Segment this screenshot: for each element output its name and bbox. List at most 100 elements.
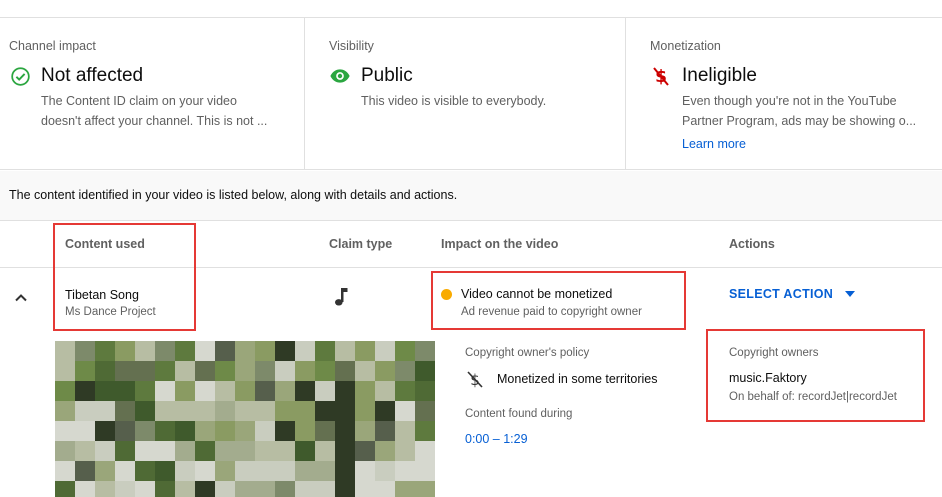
impact-subtitle: Ad revenue paid to copyright owner: [461, 306, 642, 318]
card-description-line: This video is visible to everybody.: [361, 94, 547, 108]
mosaic-tile: [315, 441, 335, 461]
mosaic-tile: [155, 361, 175, 381]
table-row: Tibetan Song Ms Dance Project Video cann…: [0, 269, 942, 497]
policy-value: Monetized in some territories: [497, 372, 658, 386]
mosaic-tile: [235, 441, 255, 461]
card-heading: Visibility: [329, 39, 374, 53]
owner-name: music.Faktory: [729, 371, 807, 385]
mosaic-tile: [215, 361, 235, 381]
mosaic-tile: [135, 481, 155, 497]
mosaic-tile: [315, 361, 335, 381]
info-banner-text: The content identified in your video is …: [9, 188, 458, 202]
mosaic-tile: [235, 401, 255, 421]
check-circle-icon: [9, 65, 31, 87]
found-time-range-link[interactable]: 0:00 – 1:29: [465, 432, 528, 446]
mosaic-tile: [275, 441, 295, 461]
mosaic-tile: [55, 341, 75, 361]
mosaic-tile: [375, 361, 395, 381]
mosaic-tile: [255, 481, 275, 497]
mosaic-tile: [415, 341, 435, 361]
mosaic-tile: [415, 421, 435, 441]
mosaic-tile: [335, 361, 355, 381]
mosaic-tile: [315, 421, 335, 441]
mosaic-tile: [315, 341, 335, 361]
mosaic-tile: [75, 401, 95, 421]
header-claim-type[interactable]: Claim type: [329, 237, 392, 251]
content-title[interactable]: Tibetan Song: [65, 288, 139, 302]
mosaic-tile: [255, 461, 275, 481]
learn-more-link[interactable]: Learn more: [682, 137, 746, 151]
mosaic-tile: [155, 381, 175, 401]
mosaic-tile: [295, 341, 315, 361]
mosaic-tile: [415, 401, 435, 421]
mosaic-tile: [395, 381, 415, 401]
mosaic-tile: [275, 461, 295, 481]
mosaic-tile: [95, 441, 115, 461]
card-heading: Channel impact: [9, 39, 96, 53]
mosaic-tile: [275, 481, 295, 497]
mosaic-tile: [295, 441, 315, 461]
mosaic-tile: [295, 481, 315, 497]
mosaic-tile: [115, 481, 135, 497]
mosaic-tile: [355, 461, 375, 481]
header-impact[interactable]: Impact on the video: [441, 237, 558, 251]
mosaic-tile: [135, 401, 155, 421]
mosaic-tile: [235, 461, 255, 481]
mosaic-tile: [255, 401, 275, 421]
mosaic-tile: [175, 481, 195, 497]
mosaic-tile: [75, 481, 95, 497]
mosaic-tile: [95, 401, 115, 421]
card-description-line: Even though you're not in the YouTube: [682, 94, 897, 108]
mosaic-tile: [275, 421, 295, 441]
card-visibility: Visibility Public This video is visible …: [305, 18, 626, 170]
mosaic-tile: [115, 421, 135, 441]
mosaic-tile: [355, 361, 375, 381]
mosaic-tile: [295, 421, 315, 441]
mosaic-tile: [335, 421, 355, 441]
mosaic-tile: [155, 421, 175, 441]
card-monetization: Monetization $ Ineligible Even though yo…: [626, 18, 942, 170]
select-action-label: SELECT ACTION: [729, 287, 834, 301]
mosaic-tile: [235, 381, 255, 401]
mosaic-tile: [115, 401, 135, 421]
policy-row: $ Monetized in some territories: [465, 369, 657, 389]
mosaic-tile: [275, 361, 295, 381]
mosaic-tile: [135, 461, 155, 481]
mosaic-tile: [415, 481, 435, 497]
mosaic-tile: [155, 461, 175, 481]
mosaic-tile: [195, 441, 215, 461]
mosaic-tile: [215, 341, 235, 361]
card-description: This video is visible to everybody.: [361, 91, 611, 111]
mosaic-tile: [395, 481, 415, 497]
mosaic-tile: [415, 381, 435, 401]
pixelated-image: [55, 341, 435, 497]
summary-cards: Channel impact Not affected The Content …: [0, 18, 942, 170]
mosaic-tile: [55, 481, 75, 497]
mosaic-tile: [95, 461, 115, 481]
mosaic-tile: [415, 361, 435, 381]
mosaic-tile: [215, 481, 235, 497]
mosaic-tile: [155, 441, 175, 461]
table-header: Content used Claim type Impact on the vi…: [0, 222, 942, 268]
mosaic-tile: [175, 381, 195, 401]
mosaic-tile: [95, 341, 115, 361]
header-content-used[interactable]: Content used: [65, 237, 145, 251]
status-row: Not affected: [9, 65, 143, 87]
mosaic-tile: [275, 381, 295, 401]
chevron-up-icon[interactable]: [11, 288, 31, 308]
mosaic-tile: [395, 341, 415, 361]
mosaic-tile: [115, 461, 135, 481]
mosaic-tile: [375, 441, 395, 461]
mosaic-tile: [75, 441, 95, 461]
mosaic-tile: [195, 481, 215, 497]
select-action-button[interactable]: SELECT ACTION: [729, 287, 856, 301]
mosaic-tile: [395, 421, 415, 441]
mosaic-tile: [135, 441, 155, 461]
mosaic-tile: [335, 381, 355, 401]
mosaic-tile: [175, 401, 195, 421]
mosaic-tile: [55, 441, 75, 461]
mosaic-tile: [315, 381, 335, 401]
header-actions[interactable]: Actions: [729, 237, 775, 251]
mosaic-tile: [275, 341, 295, 361]
mosaic-tile: [335, 461, 355, 481]
